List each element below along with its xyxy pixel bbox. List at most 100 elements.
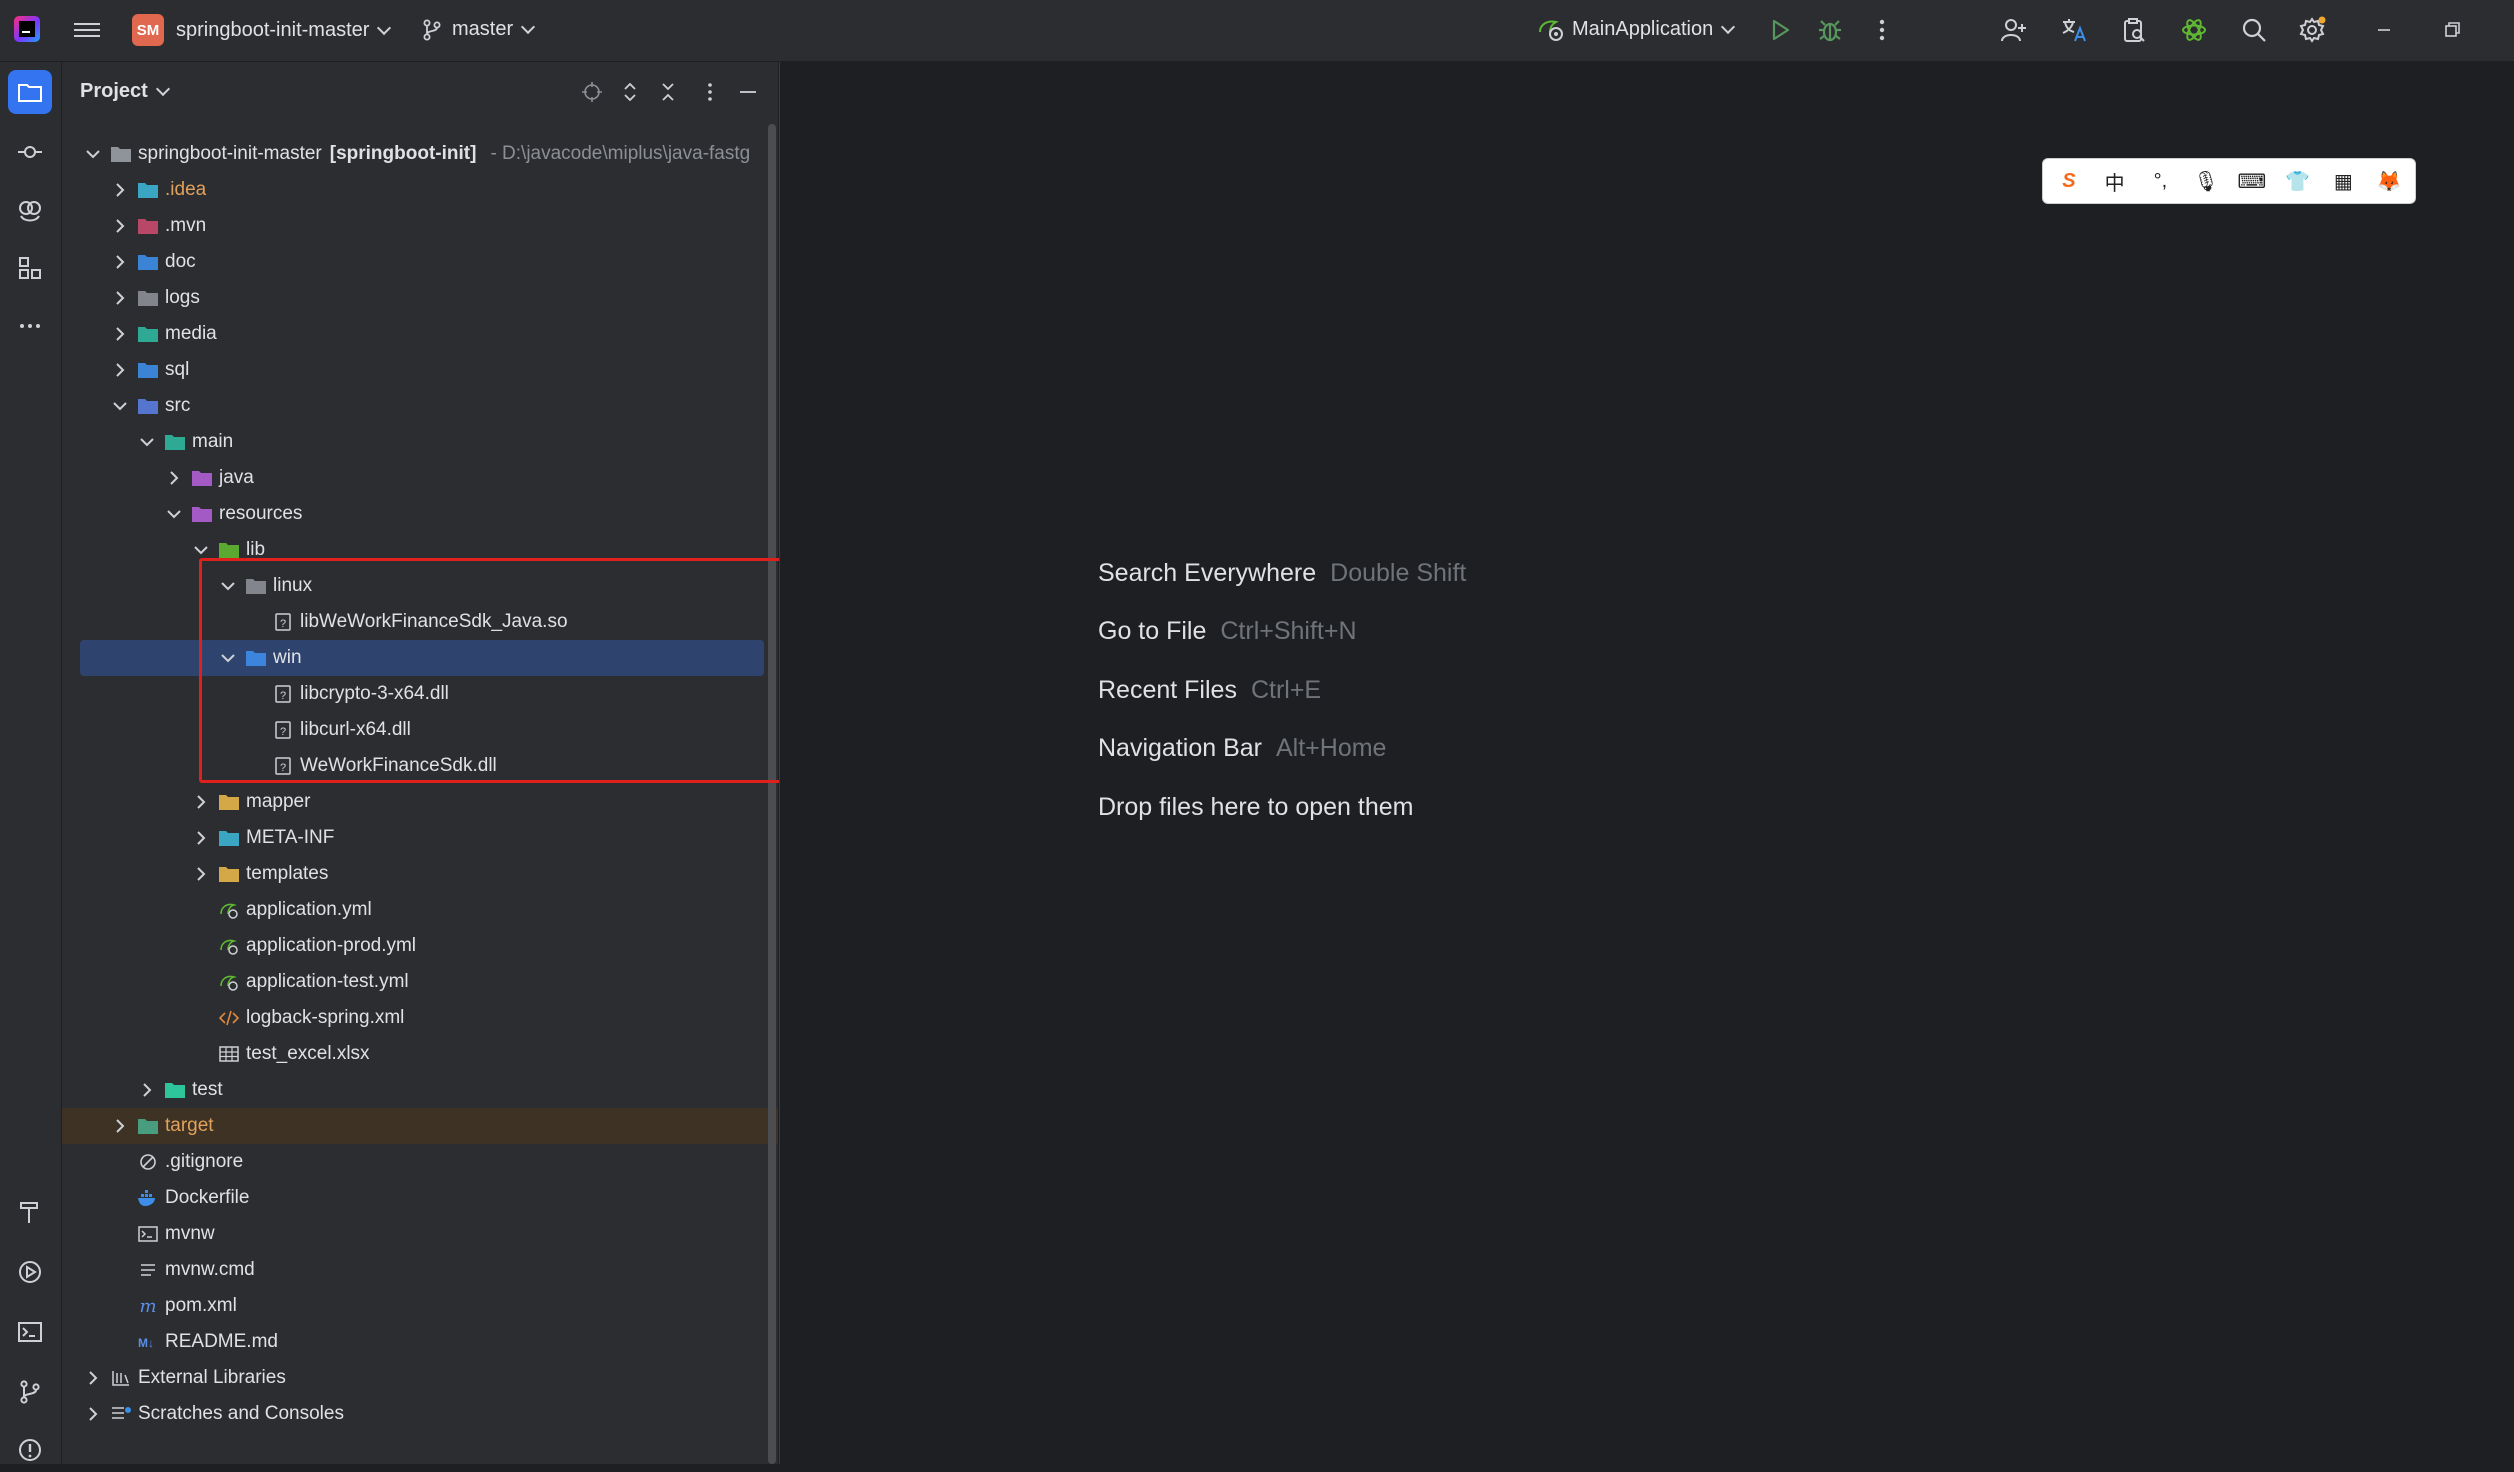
tree-row[interactable]: M↓ README.md [62, 1324, 778, 1360]
debug-icon[interactable] [1814, 14, 1846, 46]
project-widget[interactable]: SM springboot-init-master [132, 14, 392, 46]
tree-row[interactable]: mapper [62, 784, 778, 820]
skin-shirt-icon[interactable]: 👕 [2282, 169, 2314, 194]
structure-icon[interactable] [8, 246, 52, 290]
tree-row[interactable]: mvnw.cmd [62, 1252, 778, 1288]
tree-row[interactable]: test_excel.xlsx [62, 1036, 778, 1072]
tree-row[interactable]: media [62, 316, 778, 352]
tree-item-label: Scratches and Consoles [138, 1403, 344, 1424]
git-icon[interactable] [8, 1370, 52, 1414]
ime-toolbar[interactable]: S 中 °, 🎙 ⌨ 👕 ▦ 🦊 [2042, 158, 2416, 204]
mascot-icon[interactable]: 🦊 [2373, 169, 2405, 194]
tree-scrollbar[interactable] [768, 124, 776, 1464]
punctuation-icon[interactable]: °, [2145, 170, 2177, 193]
search-icon[interactable] [2238, 14, 2270, 46]
project-view-selector[interactable]: Project [80, 80, 170, 103]
hide-panel-icon[interactable] [734, 78, 762, 106]
tree-row[interactable]: springboot-init-master [springboot-init] -… [62, 136, 778, 172]
options-icon[interactable] [696, 78, 724, 106]
restore-window-icon[interactable] [2436, 14, 2468, 46]
ai-assistant-icon[interactable] [2178, 14, 2210, 46]
tree-row[interactable]: logback-spring.xml [62, 1000, 778, 1036]
keyboard-icon[interactable]: ⌨ [2236, 169, 2268, 194]
copilot-icon[interactable] [8, 188, 52, 232]
tree-row[interactable]: logs [62, 280, 778, 316]
tree-row[interactable]: mvnw [62, 1216, 778, 1252]
build-hammer-icon[interactable] [8, 1190, 52, 1234]
terminal-icon[interactable] [8, 1310, 52, 1354]
chevron-down-icon[interactable] [138, 433, 156, 451]
project-tool-folder-icon[interactable] [8, 70, 52, 114]
ime-mode-toggle[interactable]: 中 [2099, 167, 2131, 196]
tree-row[interactable]: main [62, 424, 778, 460]
minimize-icon[interactable] [2368, 14, 2400, 46]
toolbox-grid-icon[interactable]: ▦ [2328, 169, 2360, 194]
chevron-right-icon[interactable] [84, 1369, 102, 1387]
chevron-right-icon[interactable] [192, 829, 210, 847]
run-icon[interactable] [1764, 14, 1796, 46]
tree-item-label: mvnw [165, 1223, 215, 1244]
microphone-icon[interactable]: 🎙 [2190, 169, 2222, 194]
tree-row[interactable]: Scratches and Consoles [62, 1396, 778, 1432]
tree-row[interactable]: doc [62, 244, 778, 280]
tree-row[interactable]: Dockerfile [62, 1180, 778, 1216]
tree-row[interactable]: sql [62, 352, 778, 388]
tree-row[interactable]: META-INF [62, 820, 778, 856]
add-user-icon[interactable] [1998, 14, 2030, 46]
tree-row[interactable]: .mvn [62, 208, 778, 244]
chevron-right-icon[interactable] [111, 289, 129, 307]
project-tree: springboot-init-master [springboot-init] -… [62, 136, 778, 1432]
chevron-right-icon[interactable] [192, 865, 210, 883]
tree-row[interactable]: application-test.yml [62, 964, 778, 1000]
services-icon[interactable] [8, 1250, 52, 1294]
tree-row[interactable]: .idea [62, 172, 778, 208]
chevron-right-icon[interactable] [138, 1081, 156, 1099]
problems-icon[interactable] [8, 1428, 52, 1472]
tree-row[interactable]: application-prod.yml [62, 928, 778, 964]
sogou-logo-icon[interactable]: S [2053, 170, 2085, 193]
settings-gear-icon[interactable] [2296, 14, 2328, 46]
expand-all-icon[interactable] [616, 78, 644, 106]
chevron-right-icon[interactable] [111, 325, 129, 343]
intellij-logo-icon[interactable] [14, 16, 40, 42]
tree-row[interactable]: application.yml [62, 892, 778, 928]
tree-row[interactable]: target [62, 1108, 778, 1144]
tree-row[interactable]: java [62, 460, 778, 496]
tree-row[interactable]: resources [62, 496, 778, 532]
chevron-right-icon[interactable] [192, 793, 210, 811]
tree-row[interactable]: src [62, 388, 778, 424]
editor-area[interactable]: S 中 °, 🎙 ⌨ 👕 ▦ 🦊 Search Everywhere Double… [779, 62, 2514, 1464]
chevron-right-icon[interactable] [165, 469, 183, 487]
chevron-down-icon[interactable] [192, 541, 210, 559]
library-icon [110, 1368, 132, 1388]
chevron-down-icon[interactable] [111, 397, 129, 415]
collapse-all-icon[interactable] [654, 78, 682, 106]
chevron-down-icon[interactable] [84, 145, 102, 163]
chevron-right-icon[interactable] [111, 181, 129, 199]
commit-icon[interactable] [8, 130, 52, 174]
tree-row[interactable]: External Libraries [62, 1360, 778, 1396]
run-config-widget[interactable]: MainApplication [1536, 16, 1736, 42]
tree-row[interactable]: test [62, 1072, 778, 1108]
tree-row[interactable]: .gitignore [62, 1144, 778, 1180]
clipboard-search-icon[interactable] [2118, 14, 2150, 46]
locate-file-icon[interactable] [578, 78, 606, 106]
chevron-right-icon[interactable] [111, 361, 129, 379]
chevron-down-icon[interactable] [165, 505, 183, 523]
chevron-right-icon[interactable] [111, 217, 129, 235]
more-tool-windows-icon[interactable] [8, 304, 52, 348]
chevron-right-icon[interactable] [111, 1117, 129, 1135]
tree-row[interactable]: templates [62, 856, 778, 892]
media-folder-icon [137, 324, 159, 344]
chevron-right-icon[interactable] [84, 1405, 102, 1423]
translate-icon[interactable] [2058, 14, 2090, 46]
meta-inf-folder-icon [218, 828, 240, 848]
main-menu-icon[interactable] [74, 19, 100, 41]
chevron-right-icon[interactable] [111, 253, 129, 271]
tree-row[interactable]: m pom.xml [62, 1288, 778, 1324]
more-actions-icon[interactable] [1866, 14, 1898, 46]
vcs-branch-widget[interactable]: master [422, 18, 536, 41]
